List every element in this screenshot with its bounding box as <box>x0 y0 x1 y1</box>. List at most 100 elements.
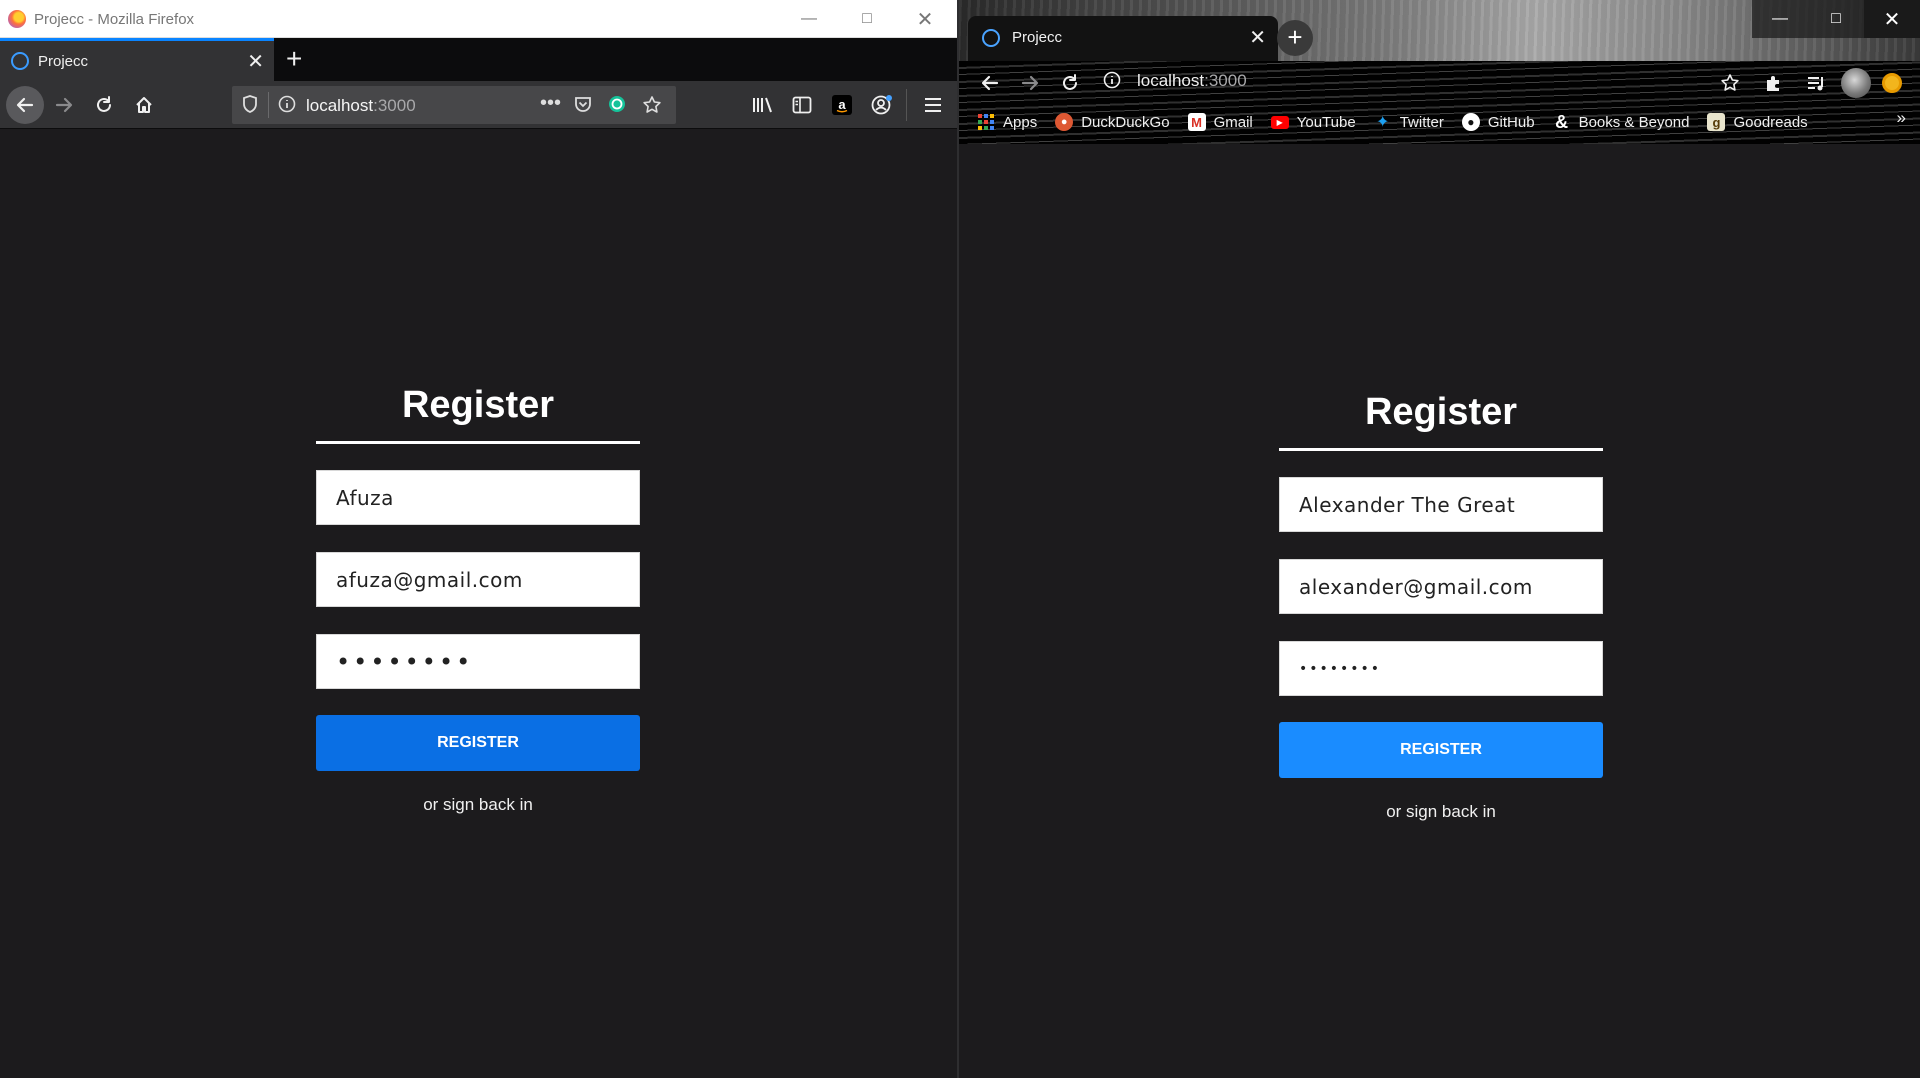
new-tab-button[interactable]: + <box>286 42 302 76</box>
register-form-chrome: Register REGISTER or sign back in <box>1279 384 1603 822</box>
page-title: Register <box>1364 391 1518 433</box>
tab-projecc[interactable]: Projecc ✕ <box>968 16 1278 61</box>
firefox-titlebar: Projecc - Mozilla Firefox — □ ✕ <box>0 0 958 38</box>
url-bar[interactable]: localhost:3000 ••• <box>232 86 676 124</box>
github-icon: ● <box>1461 113 1480 131</box>
ellipsis-icon[interactable]: ••• <box>540 92 561 115</box>
maximize-button[interactable]: □ <box>1808 0 1864 38</box>
maximize-button[interactable]: □ <box>838 0 896 38</box>
chrome-toolbar: localhost:3000 Apps ● DuckDuckGo M Gmail… <box>959 61 1920 144</box>
goodreads-icon: g <box>1707 113 1726 131</box>
left-arrow-icon <box>16 97 34 113</box>
gmail-icon: M <box>1187 113 1206 131</box>
bookmark-label: Apps <box>1003 113 1038 131</box>
update-indicator-icon[interactable] <box>1882 73 1902 93</box>
url-divider <box>268 92 269 118</box>
register-button[interactable]: REGISTER <box>316 715 640 771</box>
avatar[interactable] <box>1841 68 1871 98</box>
twitter-icon: ✦ <box>1375 114 1390 131</box>
close-window-button[interactable]: ✕ <box>1864 0 1920 38</box>
svg-text:a: a <box>838 97 846 112</box>
bookmark-books-beyond[interactable]: & Books & Beyond <box>1553 111 1690 132</box>
name-field[interactable] <box>316 470 640 525</box>
bookmark-label: GitHub <box>1487 113 1535 131</box>
close-tab-icon[interactable]: ✕ <box>247 49 264 74</box>
bookmark-label: Books & Beyond <box>1578 113 1690 131</box>
pocket-icon[interactable] <box>574 95 592 118</box>
password-field[interactable] <box>1279 641 1603 696</box>
firefox-logo-icon <box>8 10 26 28</box>
reload-icon <box>1063 74 1077 90</box>
reload-icon <box>97 96 111 112</box>
star-icon[interactable] <box>1715 68 1745 98</box>
back-button[interactable] <box>975 68 1005 98</box>
sign-in-link[interactable]: or sign back in <box>316 795 640 815</box>
bookmark-twitter[interactable]: ✦ Twitter <box>1374 113 1444 132</box>
hamburger-menu-icon[interactable] <box>906 89 950 121</box>
bookmark-label: Goodreads <box>1733 113 1808 131</box>
tab-projecc[interactable]: Projecc ✕ <box>0 38 274 81</box>
bookmark-goodreads[interactable]: g Goodreads <box>1707 113 1808 131</box>
sidebar-icon[interactable] <box>786 89 818 121</box>
email-field[interactable] <box>1279 559 1603 614</box>
youtube-icon: ▶ <box>1270 115 1289 129</box>
puzzle-icon[interactable] <box>1759 68 1789 98</box>
left-arrow-icon <box>981 75 999 91</box>
bookmark-label: YouTube <box>1296 113 1356 131</box>
apps-grid-icon <box>977 113 995 131</box>
bookmark-github[interactable]: ● GitHub <box>1461 113 1535 131</box>
bookmark-gmail[interactable]: M Gmail <box>1187 113 1253 131</box>
name-field[interactable] <box>1279 477 1603 532</box>
info-icon[interactable] <box>1103 71 1121 94</box>
page-title: Register <box>401 384 555 426</box>
home-button[interactable] <box>128 89 160 121</box>
bookmark-apps[interactable]: Apps <box>977 113 1037 131</box>
bookmark-duckduckgo[interactable]: ● DuckDuckGo <box>1055 113 1170 131</box>
new-tab-button[interactable]: + <box>1277 20 1313 56</box>
shield-icon[interactable] <box>242 95 258 118</box>
grammarly-icon[interactable] <box>608 95 626 118</box>
close-tab-icon[interactable]: ✕ <box>1249 25 1266 50</box>
sign-in-link[interactable]: or sign back in <box>1279 802 1603 822</box>
ampersand-icon: & <box>1555 111 1569 132</box>
star-icon[interactable] <box>642 95 662 120</box>
bookmark-label: DuckDuckGo <box>1081 113 1170 131</box>
info-icon[interactable] <box>278 95 296 118</box>
right-arrow-icon <box>1021 75 1039 91</box>
library-icon[interactable] <box>746 89 778 121</box>
bookmark-label: Twitter <box>1399 113 1444 131</box>
amazon-icon[interactable]: a <box>826 89 858 121</box>
right-arrow-icon <box>55 97 73 113</box>
window-title: Projecc - Mozilla Firefox <box>34 11 195 28</box>
tab-strip: Projecc ✕ + <box>0 38 958 81</box>
navigation-toolbar: localhost:3000 ••• a <box>0 81 958 129</box>
minimize-button[interactable]: — <box>1752 0 1808 38</box>
email-field[interactable] <box>316 552 640 607</box>
chrome-tab-strip: Projecc ✕ + — □ ✕ <box>959 0 1920 61</box>
url-text[interactable]: localhost:3000 <box>306 96 416 116</box>
reload-button[interactable] <box>88 89 120 121</box>
register-button[interactable]: REGISTER <box>1279 722 1603 778</box>
bookmark-youtube[interactable]: ▶ YouTube <box>1270 113 1356 131</box>
firefox-window: Projecc - Mozilla Firefox — □ ✕ Projecc … <box>0 0 958 1078</box>
back-button[interactable] <box>6 86 44 124</box>
reload-button[interactable] <box>1055 68 1085 98</box>
title-underline <box>1279 448 1603 451</box>
tab-label: Projecc <box>1012 29 1063 46</box>
bookmarks-bar: Apps ● DuckDuckGo M Gmail ▶ YouTube ✦ Tw… <box>977 108 1917 136</box>
bookmark-label: Gmail <box>1213 113 1253 131</box>
close-window-button[interactable]: ✕ <box>896 0 954 38</box>
home-icon <box>136 97 152 113</box>
account-icon[interactable] <box>866 89 898 121</box>
chrome-window: Projecc ✕ + — □ ✕ localhost:3000 Apps ● … <box>959 0 1920 1078</box>
forward-button[interactable] <box>1015 68 1045 98</box>
media-queue-icon[interactable] <box>1801 68 1831 98</box>
forward-button[interactable] <box>48 89 80 121</box>
register-form-firefox: Register REGISTER or sign back in <box>316 377 640 815</box>
more-bookmarks-button[interactable]: » <box>1897 108 1906 128</box>
duckduckgo-icon: ● <box>1055 113 1074 131</box>
password-field[interactable] <box>316 634 640 689</box>
chat-bubble-icon <box>982 29 1000 47</box>
minimize-button[interactable]: — <box>780 0 838 38</box>
url-text[interactable]: localhost:3000 <box>1137 71 1247 91</box>
